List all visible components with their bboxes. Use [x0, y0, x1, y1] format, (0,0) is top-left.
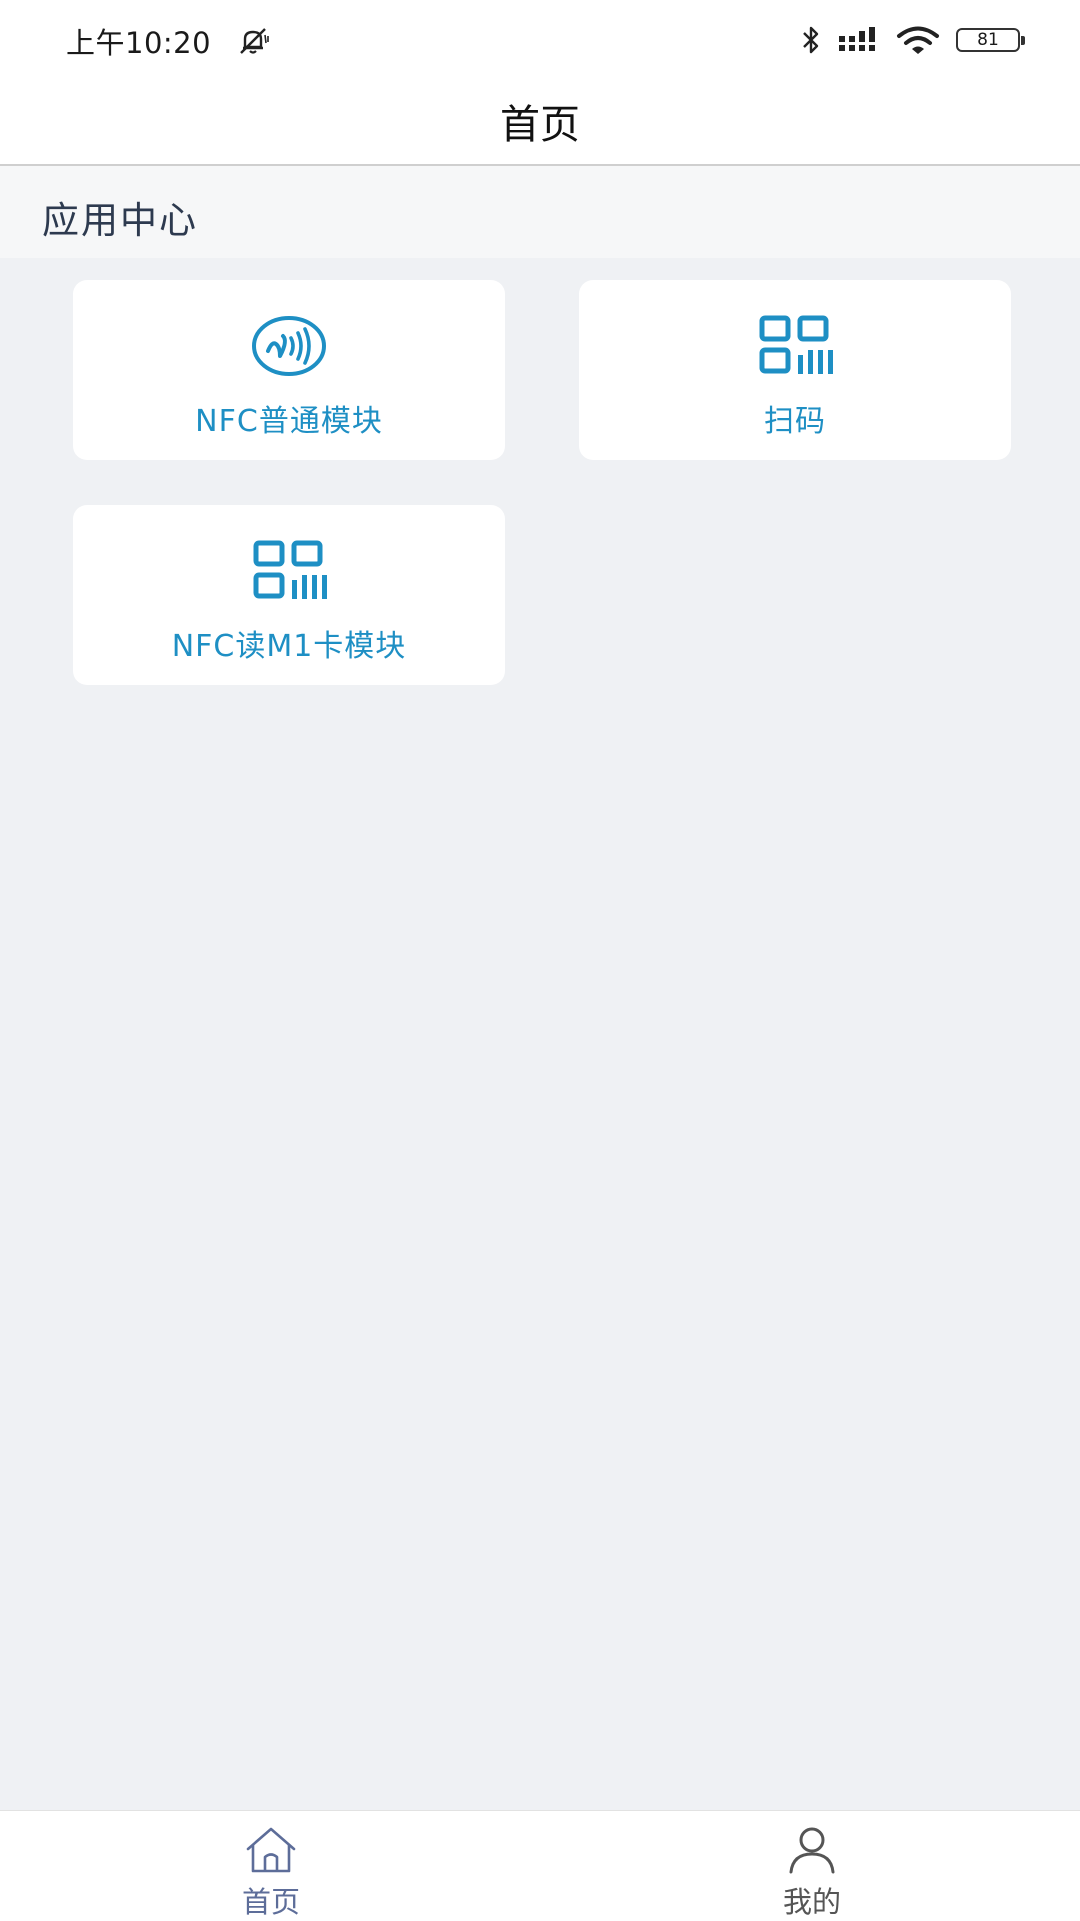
tile-nfc-module[interactable]: NFC普通模块 [73, 280, 505, 460]
nav-bar: 首页 [0, 80, 1080, 166]
nfc-icon [252, 316, 326, 376]
qr-scan-icon [253, 540, 327, 599]
status-time: 上午10:20 [66, 26, 212, 60]
tab-label: 首页 [241, 1885, 300, 1919]
section-title: 应用中心 [42, 199, 198, 242]
home-icon [246, 1827, 296, 1873]
tile-scan[interactable]: 扫码 [579, 280, 1011, 460]
tab-home[interactable]: 首页 [171, 1811, 371, 1921]
signal-icon [839, 27, 875, 51]
tile-label: NFC普通模块 [195, 404, 383, 439]
battery-icon: 81 [956, 28, 1025, 52]
wifi-icon [897, 26, 939, 54]
status-bar: 上午10:20 81 [0, 0, 1080, 80]
tab-bar: 首页 我的 [0, 1810, 1080, 1921]
tile-nfc-m1-module[interactable]: NFC读M1卡模块 [73, 505, 505, 685]
tile-label: NFC读M1卡模块 [171, 629, 407, 664]
status-icons: 81 [800, 22, 1025, 58]
page-title: 首页 [500, 102, 580, 148]
bluetooth-icon [803, 26, 819, 54]
tile-label: 扫码 [764, 404, 826, 439]
mute-bell-icon [240, 28, 269, 54]
tab-label: 我的 [782, 1885, 841, 1919]
tab-mine[interactable]: 我的 [712, 1811, 912, 1921]
user-icon [789, 1827, 835, 1874]
section-header: 应用中心 [0, 166, 1080, 258]
qr-scan-icon [759, 315, 833, 374]
